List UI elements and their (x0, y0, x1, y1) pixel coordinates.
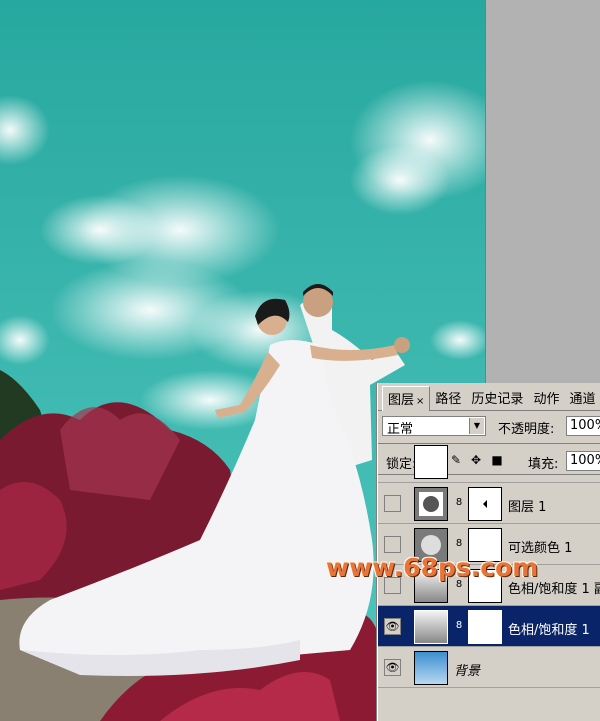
brush-icon[interactable]: ✎ (449, 453, 463, 467)
adjustment-thumbnail (414, 610, 448, 644)
chevron-down-icon[interactable]: ▼ (469, 418, 484, 434)
fill-label: 填充: (528, 457, 559, 472)
close-icon[interactable]: × (416, 396, 424, 407)
blend-mode-select[interactable]: 正常 ▼ (382, 416, 486, 437)
tab-channels-label: 通道 (569, 392, 596, 407)
layer-mask-thumbnail (468, 610, 502, 644)
tab-channels[interactable]: 通道 (564, 386, 600, 410)
layer-thumbnail (414, 487, 448, 521)
layer-thumbnail (414, 651, 448, 685)
divider (378, 443, 600, 444)
layer-row[interactable]: 8 图层 1 (378, 483, 600, 524)
link-icon[interactable]: 8 (454, 538, 464, 549)
mask-icon (483, 500, 487, 508)
tab-actions[interactable]: 动作 (528, 386, 564, 410)
tab-history-label: 历史记录 (471, 392, 524, 407)
layer-row[interactable]: 👁 背景 (378, 647, 600, 688)
tab-layers[interactable]: 图层 × (382, 386, 431, 411)
tab-layers-label: 图层 (388, 393, 415, 408)
layer-name[interactable]: 图层 1 (508, 496, 546, 515)
fill-input[interactable]: 100% (566, 451, 600, 471)
layer-thumbnail (414, 445, 448, 479)
tab-paths[interactable]: 路径 (430, 386, 466, 410)
tab-paths-label: 路径 (435, 392, 462, 407)
move-icon[interactable]: ✥ (469, 453, 483, 467)
panel-tabs: 图层 × 路径 历史记录 动作 通道 (378, 383, 600, 411)
layer-thumbnail-icon (419, 492, 443, 516)
blend-mode-value: 正常 (387, 422, 414, 437)
opacity-label: 不透明度: (498, 422, 555, 437)
layer-mask-thumbnail (468, 487, 502, 521)
eye-icon[interactable]: 👁 (384, 659, 401, 676)
link-icon[interactable]: 8 (454, 497, 464, 508)
layer-row-selected[interactable]: 👁 8 色相/饱和度 1 (378, 606, 600, 647)
visibility-toggle[interactable] (384, 495, 401, 512)
layer-row-partial[interactable] (378, 445, 600, 483)
layer-name[interactable]: 背景 (454, 660, 480, 679)
link-icon[interactable]: 8 (454, 620, 464, 631)
watermark-text: www.68ps.com (326, 553, 539, 582)
layers-panel: 图层× 路径 历史记录 动作 通道 正常 ▼ 不透明度: 100% 锁定: ✎ … (377, 383, 600, 721)
tab-actions-label: 动作 (533, 392, 560, 407)
visibility-toggle[interactable] (384, 536, 401, 553)
layer-name[interactable]: 色相/饱和度 1 (508, 619, 590, 638)
eye-icon[interactable]: 👁 (384, 618, 401, 635)
lock-icon[interactable]: ■ (490, 453, 504, 467)
lock-label: 锁定: (386, 457, 417, 472)
tab-history[interactable]: 历史记录 (466, 386, 528, 410)
opacity-input[interactable]: 100% (566, 416, 600, 436)
